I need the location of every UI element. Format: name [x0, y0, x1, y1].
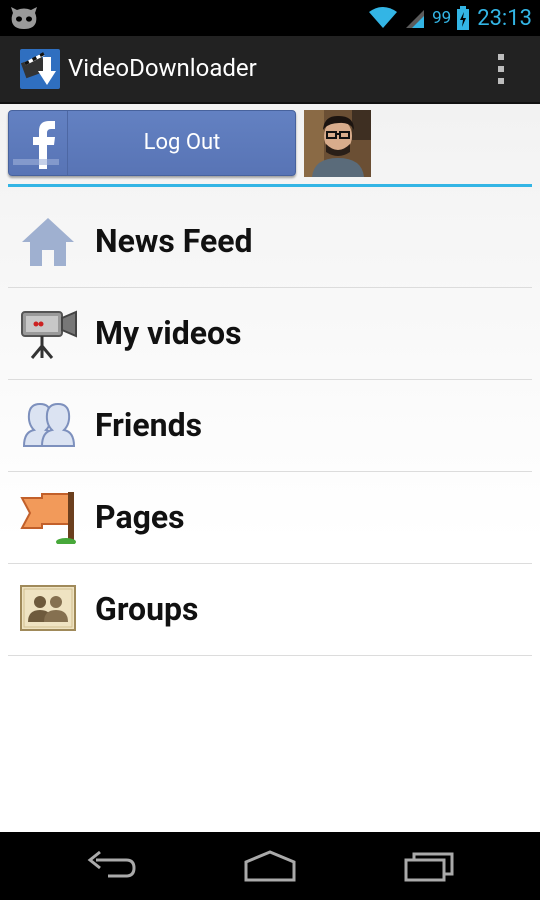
battery-percent: 99 — [432, 8, 452, 28]
menu-item-my-videos[interactable]: My videos — [8, 288, 532, 380]
main-content: Log Out News Feed My videos Friends Page… — [0, 104, 540, 832]
flag-icon — [20, 490, 76, 546]
menu-item-label: Friends — [95, 406, 203, 444]
menu-item-friends[interactable]: Friends — [8, 380, 532, 472]
menu-item-groups[interactable]: Groups — [8, 564, 532, 656]
navigation-menu: News Feed My videos Friends Pages Groups — [8, 196, 532, 656]
back-icon[interactable] — [82, 846, 142, 886]
menu-item-news-feed[interactable]: News Feed — [8, 196, 532, 288]
menu-item-label: Pages — [95, 498, 185, 536]
signal-icon — [406, 10, 425, 28]
section-divider — [8, 184, 532, 187]
menu-item-label: Groups — [95, 590, 199, 628]
status-clock: 23:13 — [477, 5, 532, 31]
facebook-logout-button[interactable]: Log Out — [8, 110, 296, 176]
home-icon — [20, 214, 76, 268]
video-camera-icon — [20, 306, 77, 360]
system-navigation-bar — [0, 832, 540, 900]
overflow-menu-icon[interactable] — [498, 54, 506, 84]
action-bar: VideoDownloader — [0, 36, 540, 104]
menu-item-label: My videos — [95, 314, 242, 352]
wifi-icon — [369, 7, 398, 28]
battery-icon — [457, 6, 470, 30]
app-title: VideoDownloader — [68, 54, 257, 82]
video-download-icon[interactable] — [20, 49, 60, 89]
facebook-logo-icon — [9, 111, 68, 175]
cyanogen-notification-icon — [10, 5, 38, 35]
menu-item-label: News Feed — [95, 222, 253, 260]
facebook-account-row: Log Out — [8, 110, 532, 182]
groups-icon — [20, 582, 76, 636]
home-button-icon[interactable] — [240, 846, 300, 886]
recent-apps-icon[interactable] — [400, 846, 460, 886]
avatar[interactable] — [304, 110, 371, 177]
logout-label: Log Out — [143, 130, 221, 155]
menu-item-pages[interactable]: Pages — [8, 472, 532, 564]
friends-icon — [20, 398, 76, 452]
status-bar: 99 23:13 — [0, 0, 540, 36]
